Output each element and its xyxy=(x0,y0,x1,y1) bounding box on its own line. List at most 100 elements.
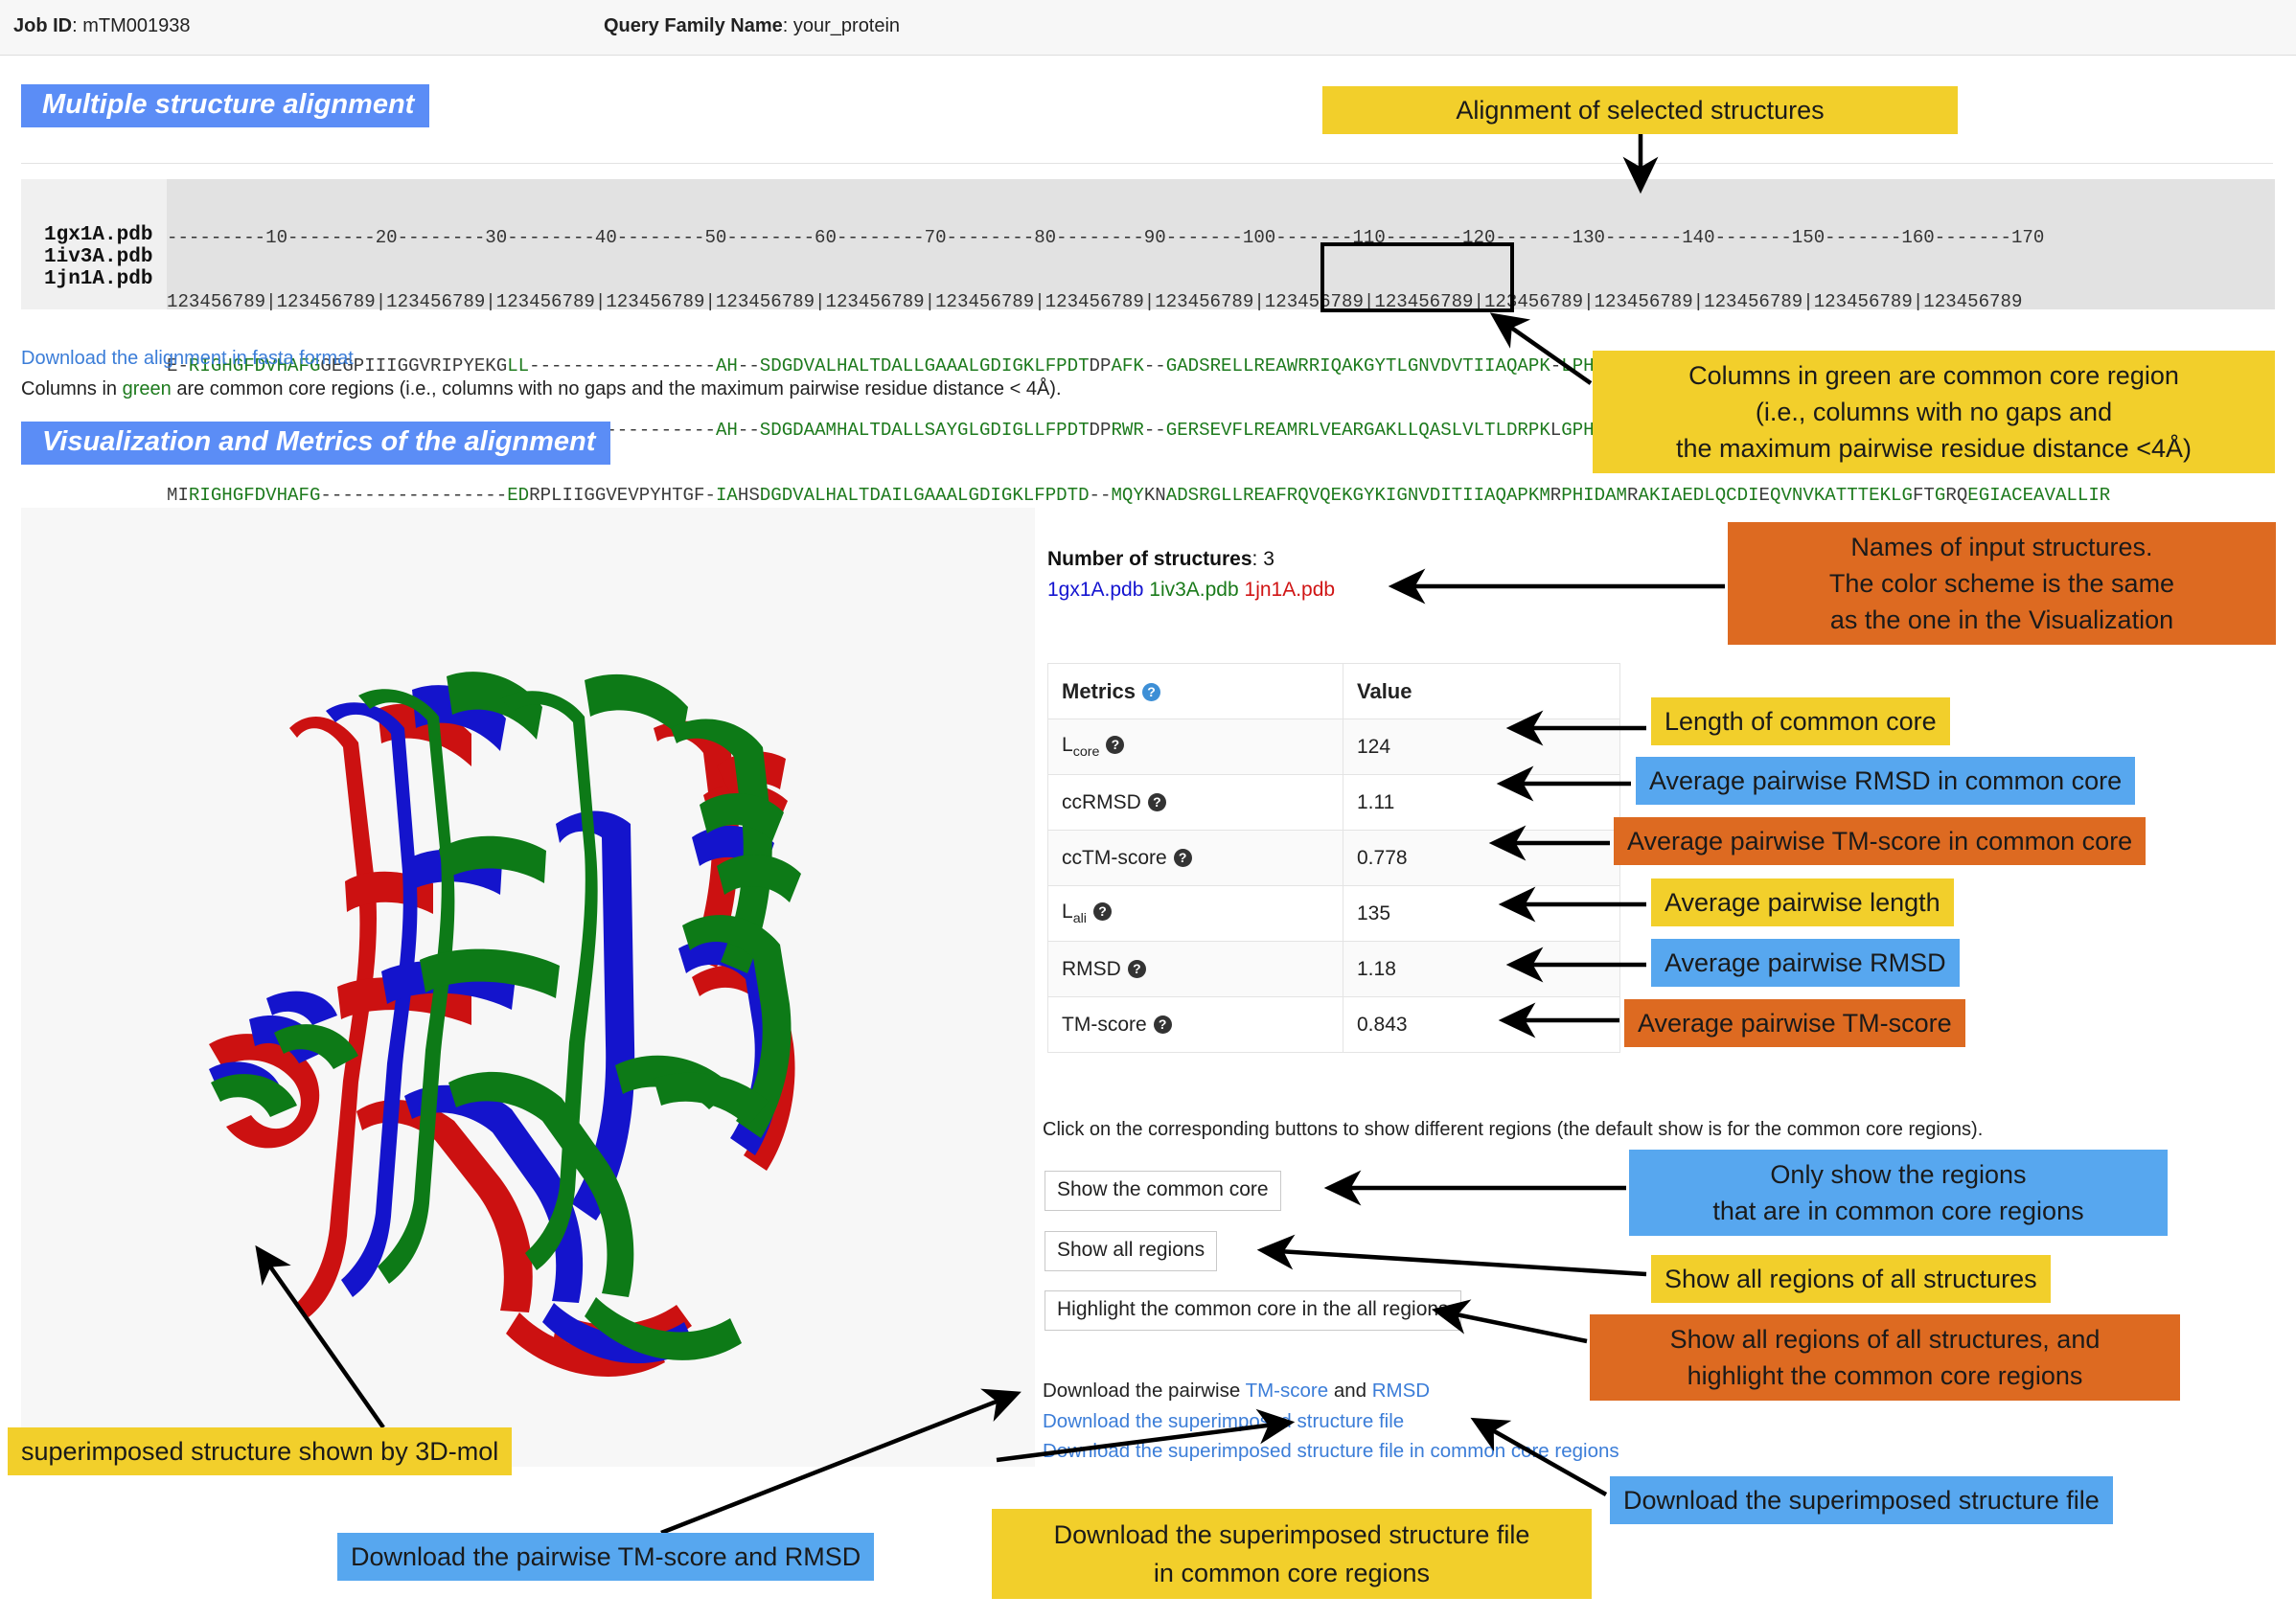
number-of-structures: Number of structures: 3 xyxy=(1047,548,1274,571)
alignment-names-column: 1gx1A.pdb 1iv3A.pdb 1jn1A.pdb xyxy=(21,179,167,309)
structure-name-0: 1gx1A.pdb xyxy=(1047,579,1144,601)
metric-value-lcore: 124 xyxy=(1343,719,1620,775)
alignment-ruler-digits: 123456789|123456789|123456789|123456789|… xyxy=(167,291,2023,313)
callout-names-of-input: Names of input structures. The color sch… xyxy=(1728,522,2276,645)
structure-3d-viewer[interactable] xyxy=(21,508,1035,1467)
metric-label: RMSD xyxy=(1062,957,1121,980)
number-of-structures-label: Number of structures xyxy=(1047,548,1252,570)
job-id-colon: : xyxy=(72,15,83,36)
download-superimposed-core-link[interactable]: Download the superimposed structure file… xyxy=(1043,1440,1619,1463)
structure-name-2: 1jn1A.pdb xyxy=(1244,579,1336,601)
help-icon[interactable]: ? xyxy=(1106,735,1125,754)
value-column-header: Value xyxy=(1343,663,1620,719)
table-row: Lali? 135 xyxy=(1047,885,1620,942)
callout-names-line3: as the one in the Visualization xyxy=(1829,605,2174,634)
number-of-structures-value: 3 xyxy=(1263,548,1274,570)
callout-length-common-core: Length of common core xyxy=(1651,697,1950,745)
query-family-colon: : xyxy=(782,15,793,36)
help-icon[interactable]: ? xyxy=(1127,959,1146,978)
callout-download-superimposed: Download the superimposed structure file xyxy=(1610,1476,2113,1524)
highlight-common-core-button[interactable]: Highlight the common core in the all reg… xyxy=(1045,1290,1461,1331)
metric-sub: ali xyxy=(1072,911,1087,927)
controls-note: Click on the corresponding buttons to sh… xyxy=(1043,1119,1984,1140)
alignment-name-1: 1iv3A.pdb xyxy=(44,246,153,268)
alignment-sequence-2: MIRIGHGFDVHAFG-----------------EDRPLIIGG… xyxy=(167,484,2111,506)
table-header-row: Metrics? Value xyxy=(1047,663,1620,719)
alignment-sequences: ---------10--------20--------30--------4… xyxy=(167,179,2275,506)
callout-only-show-regions: Only show the regions that are in common… xyxy=(1629,1150,2168,1236)
download-rmsd-link[interactable]: RMSD xyxy=(1372,1380,1430,1402)
common-core-highlight-box xyxy=(1320,242,1514,312)
help-icon[interactable]: ? xyxy=(1147,792,1166,811)
green-note-word: green xyxy=(122,378,172,399)
job-id-label: Job ID xyxy=(13,15,73,36)
structure-name-list: 1gx1A.pdb 1iv3A.pdb 1jn1A.pdb xyxy=(1047,579,1335,602)
metric-name-ccrmsd: ccRMSD? xyxy=(1047,774,1343,831)
structure-name-1: 1iv3A.pdb xyxy=(1149,579,1239,601)
callout-avg-pairwise-rmsd: Average pairwise RMSD xyxy=(1651,939,1960,987)
callout-green-line3: the maximum pairwise residue distance <4… xyxy=(1676,434,2192,463)
callout-avg-tm-core: Average pairwise TM-score in common core xyxy=(1614,817,2147,865)
metric-value-cctmscore: 0.778 xyxy=(1343,830,1620,886)
metric-label: L xyxy=(1062,900,1073,923)
download-tm-score-link[interactable]: TM-score xyxy=(1246,1380,1329,1402)
callout-highlight-core: Show all regions of all structures, and … xyxy=(1590,1314,2180,1401)
metric-value-rmsd: 1.18 xyxy=(1343,941,1620,997)
callout-green-line2: (i.e., columns with no gaps and xyxy=(1755,398,2113,426)
callout-onlyshow-line2: that are in common core regions xyxy=(1712,1197,2084,1225)
section-divider xyxy=(21,163,2273,164)
metric-label: TM-score xyxy=(1062,1013,1147,1036)
download-fasta-link[interactable]: Download the alignment in fasta format xyxy=(21,348,354,370)
callout-alignment-of-selected: Alignment of selected structures xyxy=(1322,86,1958,134)
green-columns-note: Columns in green are common core regions… xyxy=(21,378,1062,400)
metric-label: ccRMSD xyxy=(1062,790,1141,813)
query-family-value: your_protein xyxy=(792,15,901,36)
callout-download-common-core: Download the superimposed structure file… xyxy=(992,1509,1592,1599)
number-of-structures-colon: : xyxy=(1251,548,1264,570)
help-icon[interactable]: ? xyxy=(1092,901,1112,921)
alignment-panel: 1gx1A.pdb 1iv3A.pdb 1jn1A.pdb ---------1… xyxy=(21,179,2275,506)
help-icon[interactable]: ? xyxy=(1153,1015,1172,1034)
callout-onlyshow-line1: Only show the regions xyxy=(1770,1160,2027,1189)
metric-name-lali: Lali? xyxy=(1047,885,1343,942)
alignment-ruler-ticks: ---------10--------20--------30--------4… xyxy=(167,226,2045,248)
alignment-name-0: 1gx1A.pdb xyxy=(44,224,153,246)
download-pairwise-prefix: Download the pairwise xyxy=(1043,1380,1246,1402)
metric-label: ccTM-score xyxy=(1062,846,1167,869)
help-icon[interactable]: ? xyxy=(1173,848,1192,867)
callout-download-pairwise: Download the pairwise TM-score and RMSD xyxy=(337,1533,875,1581)
metric-sub: core xyxy=(1072,744,1100,761)
callout-names-line1: Names of input structures. xyxy=(1850,533,2153,561)
metrics-header-label: Metrics xyxy=(1062,678,1137,703)
download-superimposed-link[interactable]: Download the superimposed structure file xyxy=(1043,1410,1404,1433)
metric-name-rmsd: RMSD? xyxy=(1047,941,1343,997)
callout-avg-rmsd-core: Average pairwise RMSD in common core xyxy=(1636,757,2136,805)
table-row: TM-score? 0.843 xyxy=(1047,996,1620,1053)
callout-superimposed-3dmol: superimposed structure shown by 3D-mol xyxy=(8,1427,513,1475)
show-all-regions-button[interactable]: Show all regions xyxy=(1045,1231,1218,1271)
query-family-label: Query Family Name xyxy=(604,15,783,36)
callout-avg-pairwise-tm: Average pairwise TM-score xyxy=(1624,999,1965,1047)
page-header-bar: Job ID: mTM001938 Query Family Name: you… xyxy=(0,0,2296,56)
green-note-post: are common core regions (i.e., columns w… xyxy=(171,378,1062,399)
help-icon[interactable]: ? xyxy=(1142,682,1161,701)
callout-highlight-line2: highlight the common core regions xyxy=(1687,1361,2083,1390)
table-row: Lcore? 124 xyxy=(1047,719,1620,775)
show-common-core-button[interactable]: Show the common core xyxy=(1045,1171,1281,1211)
table-row: RMSD? 1.18 xyxy=(1047,941,1620,997)
table-row: ccTM-score? 0.778 xyxy=(1047,830,1620,886)
section-title-visualization-metrics: Visualization and Metrics of the alignme… xyxy=(21,422,611,465)
callout-names-line2: The color scheme is the same xyxy=(1828,569,2175,598)
protein-ribbon-render xyxy=(209,672,801,1377)
callout-green-columns: Columns in green are common core region … xyxy=(1593,351,2275,473)
metric-value-ccrmsd: 1.11 xyxy=(1343,774,1620,831)
metrics-column-header: Metrics? xyxy=(1047,663,1343,719)
metric-label: L xyxy=(1062,733,1073,756)
download-pairwise-row: Download the pairwise TM-score and RMSD xyxy=(1043,1380,1430,1403)
callout-show-all-regions: Show all regions of all structures xyxy=(1651,1255,2051,1303)
query-family-name: Query Family Name: your_protein xyxy=(604,15,900,37)
section-title-multiple-structure-alignment: Multiple structure alignment xyxy=(21,84,430,127)
metric-name-tmscore: TM-score? xyxy=(1047,996,1343,1053)
download-pairwise-and: and xyxy=(1328,1380,1372,1402)
metric-name-cctmscore: ccTM-score? xyxy=(1047,830,1343,886)
